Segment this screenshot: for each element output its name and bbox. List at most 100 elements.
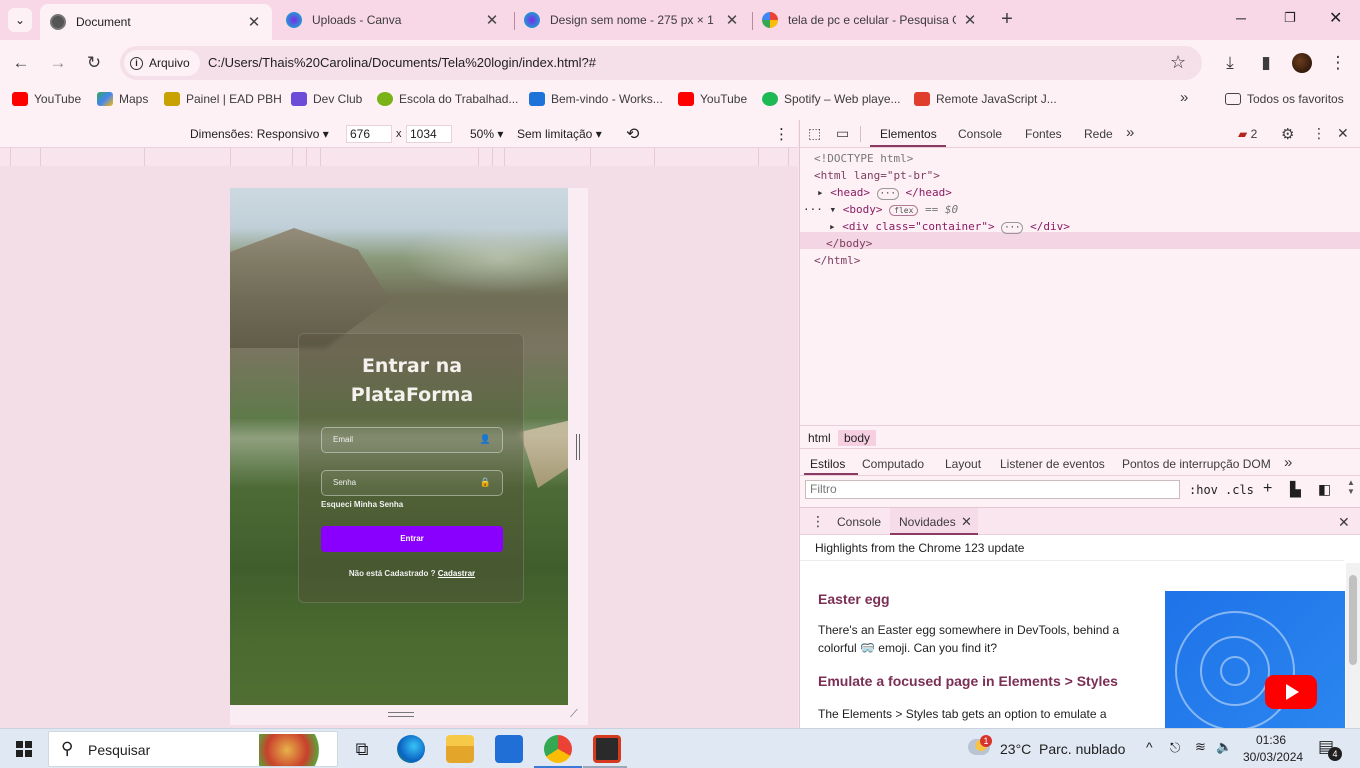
bookmark-escola[interactable]: Escola do Trabalhad... bbox=[377, 92, 518, 106]
expand-arrow-icon[interactable]: ▸ bbox=[829, 220, 836, 233]
tab-console[interactable]: Console bbox=[958, 127, 1002, 141]
tab-rede[interactable]: Rede bbox=[1084, 127, 1113, 141]
bookmark-maps[interactable]: Maps bbox=[97, 92, 148, 106]
email-field[interactable]: Email 👤 bbox=[321, 427, 503, 453]
tab-design-canva[interactable]: Design sem nome - 275 px × 1 ✕ bbox=[514, 4, 750, 36]
bookmarks-overflow-button[interactable]: » bbox=[1180, 89, 1188, 106]
tab-uploads-canva[interactable]: Uploads - Canva ✕ bbox=[276, 4, 510, 36]
volume-icon[interactable]: 🔈 bbox=[1216, 739, 1232, 755]
bookmark-spotify[interactable]: Spotify – Web playe... bbox=[762, 92, 901, 106]
tab-fontes[interactable]: Fontes bbox=[1025, 127, 1062, 141]
meet-icon[interactable]: ⎋ bbox=[1170, 740, 1180, 756]
scroll-arrows-icon[interactable]: ▲ ▼ bbox=[1347, 478, 1355, 496]
video-thumbnail[interactable] bbox=[1165, 591, 1345, 728]
resize-handle-right[interactable] bbox=[576, 434, 580, 460]
bookmark-painel-ead[interactable]: Painel | EAD PBH bbox=[164, 92, 282, 106]
new-tab-button[interactable]: + bbox=[996, 8, 1018, 32]
breadcrumb-html[interactable]: html bbox=[802, 430, 837, 446]
close-devtools-icon[interactable]: ✕ bbox=[1337, 125, 1349, 142]
tab-document[interactable]: Document ✕ bbox=[40, 4, 272, 40]
dimensions-dropdown[interactable]: Dimensões: Responsivo ▾ bbox=[190, 127, 329, 141]
close-icon[interactable]: ✕ bbox=[962, 11, 978, 29]
menu-icon[interactable]: ⋮ bbox=[1327, 52, 1349, 74]
resize-handle-corner[interactable]: ⟋ bbox=[570, 708, 584, 722]
recorder-icon[interactable] bbox=[593, 735, 621, 763]
reload-button[interactable]: ↻ bbox=[83, 52, 105, 74]
avatar[interactable] bbox=[1292, 53, 1312, 73]
mail-icon[interactable] bbox=[495, 735, 523, 763]
youtube-play-icon[interactable] bbox=[1265, 675, 1317, 709]
rotate-icon[interactable]: ⟲ bbox=[626, 124, 639, 144]
chevron-up-icon[interactable]: ^ bbox=[1146, 739, 1153, 755]
dom-div-container[interactable]: ▸ <div class="container"> ··· </div> bbox=[829, 220, 1070, 234]
expand-arrow-icon[interactable]: ▸ bbox=[817, 186, 824, 199]
paint-roller-icon[interactable]: ▙ bbox=[1290, 481, 1301, 498]
side-panel-icon[interactable]: ▮ bbox=[1255, 52, 1277, 74]
edge-icon[interactable] bbox=[397, 735, 425, 763]
bookmark-youtube[interactable]: YouTube bbox=[12, 92, 81, 106]
close-window-button[interactable]: ✕ bbox=[1329, 8, 1342, 28]
tab-estilos[interactable]: Estilos bbox=[810, 457, 845, 471]
scrollbar[interactable] bbox=[1346, 563, 1360, 728]
bookmark-workspace[interactable]: Bem-vindo - Works... bbox=[529, 92, 663, 106]
height-input[interactable]: 1034 bbox=[406, 125, 452, 143]
restore-button[interactable]: ❐ bbox=[1284, 10, 1296, 26]
forgot-password-link[interactable]: Esqueci Minha Senha bbox=[321, 500, 403, 509]
flex-badge[interactable]: flex bbox=[889, 205, 919, 216]
inspect-icon[interactable]: ⬚ bbox=[808, 125, 821, 142]
all-favorites[interactable]: Todos os favoritos bbox=[1225, 92, 1344, 106]
wifi-icon[interactable]: ≋ bbox=[1195, 739, 1206, 755]
site-info-chip[interactable]: i Arquivo bbox=[124, 50, 200, 76]
more-tabs-button[interactable]: » bbox=[1126, 124, 1134, 141]
close-icon[interactable]: ✕ bbox=[246, 13, 262, 31]
hov-toggle[interactable]: :hov bbox=[1189, 483, 1218, 497]
download-icon[interactable]: ⤓ bbox=[1219, 52, 1241, 74]
more-tabs-button[interactable]: » bbox=[1284, 454, 1292, 471]
file-explorer-icon[interactable] bbox=[446, 735, 474, 763]
clock-time[interactable]: 01:36 bbox=[1256, 733, 1286, 747]
more-options-icon[interactable]: ⋮ bbox=[1312, 125, 1326, 142]
drawer-tab-console[interactable]: Console bbox=[837, 515, 881, 529]
close-drawer-icon[interactable]: ✕ bbox=[1338, 514, 1350, 531]
close-icon[interactable]: ✕ bbox=[724, 11, 740, 29]
taskbar-search[interactable]: ⚲ Pesquisar bbox=[48, 731, 338, 767]
password-field[interactable]: Senha 🔒 bbox=[321, 470, 503, 496]
zoom-dropdown[interactable]: 50% ▾ bbox=[470, 127, 503, 141]
device-toggle-icon[interactable]: ▭ bbox=[836, 125, 849, 142]
throttle-dropdown[interactable]: Sem limitação ▾ bbox=[517, 127, 602, 141]
signup-link[interactable]: Cadastrar bbox=[438, 569, 475, 578]
tab-computado[interactable]: Computado bbox=[862, 457, 924, 471]
ellipsis-icon[interactable]: ··· bbox=[876, 188, 899, 200]
address-bar[interactable]: i Arquivo C:/Users/Thais%20Carolina/Docu… bbox=[120, 46, 1202, 80]
dom-html-open[interactable]: <html lang="pt-br"> bbox=[814, 169, 940, 182]
width-input[interactable]: 676 bbox=[346, 125, 392, 143]
issues-badge[interactable]: ▰ 2 bbox=[1238, 127, 1257, 141]
drawer-menu-icon[interactable]: ⋮ bbox=[811, 513, 825, 530]
settings-gear-icon[interactable]: ⚙ bbox=[1281, 125, 1294, 143]
clock-date[interactable]: 30/03/2024 bbox=[1243, 750, 1303, 764]
task-view-icon[interactable]: ⧉ bbox=[348, 735, 376, 763]
bookmark-youtube-2[interactable]: YouTube bbox=[678, 92, 747, 106]
cls-toggle[interactable]: .cls bbox=[1225, 483, 1254, 497]
chrome-icon[interactable] bbox=[544, 735, 572, 763]
tab-google-search[interactable]: tela de pc e celular - Pesquisa G ✕ bbox=[752, 4, 988, 36]
collapse-arrow-icon[interactable]: ▾ bbox=[830, 203, 837, 216]
tab-search-button[interactable]: ⌄ bbox=[8, 8, 32, 32]
more-options-icon[interactable]: ⋮ bbox=[774, 125, 789, 143]
forward-button[interactable]: → bbox=[47, 52, 69, 74]
login-button[interactable]: Entrar bbox=[321, 526, 503, 552]
bookmark-remote-js[interactable]: Remote JavaScript J... bbox=[914, 92, 1057, 106]
close-icon[interactable]: ✕ bbox=[961, 514, 972, 530]
drawer-tab-novidades[interactable]: Novidades bbox=[899, 515, 956, 529]
scrollbar-thumb[interactable] bbox=[1349, 575, 1357, 665]
tab-event-listeners[interactable]: Listener de eventos bbox=[1000, 457, 1105, 471]
bookmark-dev-club[interactable]: Dev Club bbox=[291, 92, 362, 106]
tab-elementos[interactable]: Elementos bbox=[880, 127, 937, 141]
dom-html-close[interactable]: </html> bbox=[814, 254, 860, 267]
url-text[interactable]: C:/Users/Thais%20Carolina/Documents/Tela… bbox=[208, 55, 596, 70]
windows-start-icon[interactable] bbox=[16, 741, 32, 757]
close-icon[interactable]: ✕ bbox=[484, 11, 500, 29]
back-button[interactable]: ← bbox=[10, 52, 32, 74]
sidebar-toggle-icon[interactable]: ◧ bbox=[1318, 481, 1331, 498]
tab-dom-breakpoints[interactable]: Pontos de interrupção DOM bbox=[1122, 457, 1271, 471]
